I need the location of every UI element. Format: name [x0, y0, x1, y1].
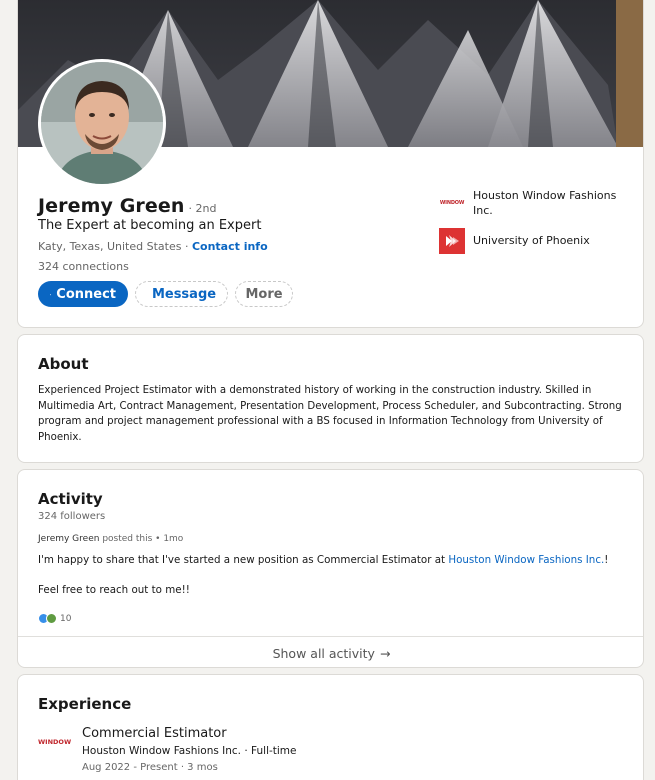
company-logo: WINDOW — [439, 200, 465, 207]
contact-info-link[interactable]: Contact info — [192, 240, 268, 253]
add-person-icon — [50, 293, 52, 295]
followers-count: 324 followers — [38, 511, 106, 522]
about-card: About Experienced Project Estimator with… — [17, 334, 644, 463]
more-button[interactable]: More — [235, 281, 293, 307]
affiliation-company-name: Houston Window Fashions Inc. — [473, 189, 617, 218]
connections-count[interactable]: 324 connections — [38, 260, 129, 273]
message-button[interactable]: Message — [135, 281, 228, 307]
post-text-suffix: ! — [604, 554, 609, 566]
post-text-prefix: I'm happy to share that I've started a n… — [38, 554, 449, 566]
affiliation-company[interactable]: WINDOW Houston Window Fashions Inc. — [439, 188, 623, 219]
experience-role[interactable]: Commercial Estimator — [82, 726, 227, 741]
experience-title: Experience — [38, 695, 132, 713]
experience-dates: Aug 2022 - Present · 3 mos — [82, 762, 218, 773]
reaction-count: 10 — [60, 613, 72, 624]
activity-card: Activity 324 followers Jeremy Green post… — [17, 469, 644, 668]
activity-title: Activity — [38, 490, 103, 508]
about-title: About — [38, 355, 89, 373]
post-time: posted this • 1mo — [99, 534, 184, 544]
profile-name: Jeremy Green — [38, 195, 185, 217]
post-author[interactable]: Jeremy Green — [38, 534, 99, 544]
affiliation-school-name: University of Phoenix — [473, 234, 590, 248]
post-company-link[interactable]: Houston Window Fashions Inc. — [448, 554, 604, 566]
about-text: Experienced Project Estimator with a dem… — [38, 385, 622, 443]
location-row: Katy, Texas, United States · Contact inf… — [38, 240, 268, 253]
connect-label: Connect — [56, 286, 116, 302]
show-all-label: Show all activity — [272, 645, 375, 661]
message-label: Message — [151, 286, 217, 302]
experience-card: Experience WINDOW Commercial Estimator H… — [17, 674, 644, 780]
experience-company: Houston Window Fashions Inc. · Full-time — [82, 745, 297, 757]
connection-degree: · 2nd — [188, 202, 217, 215]
profile-headline: The Expert at becoming an Expert — [38, 218, 262, 233]
affiliation-school[interactable]: University of Phoenix — [439, 228, 623, 254]
post-meta: Jeremy Green posted this • 1mo — [38, 534, 183, 544]
post-text[interactable]: I'm happy to share that I've started a n… — [38, 554, 608, 566]
profile-card: Jeremy Green · 2nd The Expert at becomin… — [17, 0, 644, 328]
post-reactions[interactable]: 10 — [38, 613, 71, 624]
celebrate-reaction-icon — [46, 613, 57, 624]
arrow-right-icon: → — [379, 645, 391, 661]
company-logo[interactable]: WINDOW — [38, 735, 76, 749]
post-text-line2: Feel free to reach out to me!! — [38, 584, 190, 596]
show-all-activity-button[interactable]: Show all activity → — [18, 636, 643, 667]
profile-actions: Connect Message More — [38, 281, 293, 307]
profile-location: Katy, Texas, United States · — [38, 240, 192, 253]
connect-button[interactable]: Connect — [38, 281, 128, 307]
name-row: Jeremy Green · 2nd — [38, 195, 216, 217]
university-logo — [439, 228, 465, 254]
profile-avatar[interactable] — [38, 59, 166, 187]
